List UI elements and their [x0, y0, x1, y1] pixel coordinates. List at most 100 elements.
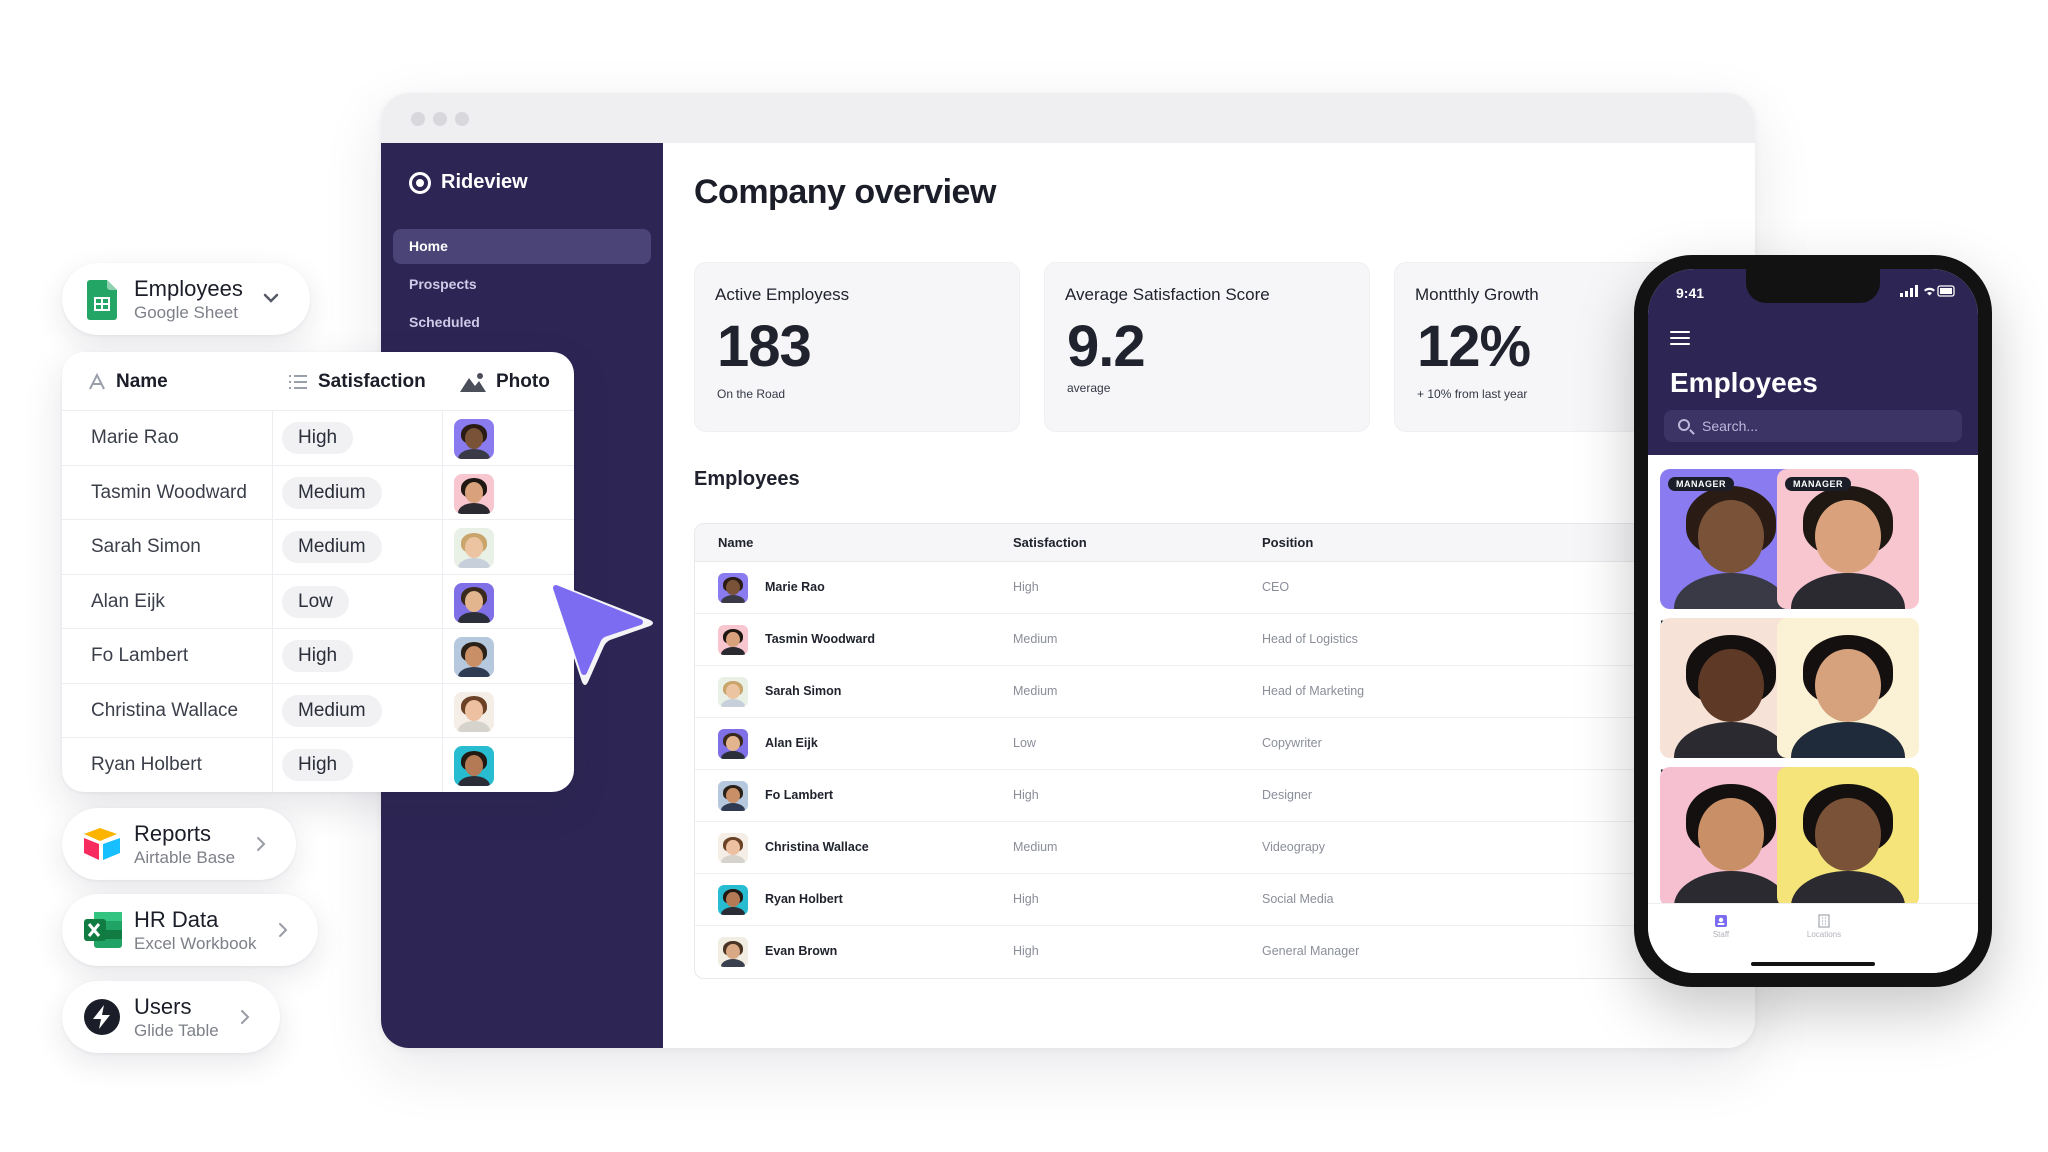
avatar	[718, 729, 748, 759]
cell-position: Head of Marketing	[1262, 684, 1365, 698]
sheet-column-photo[interactable]: Photo	[460, 371, 550, 393]
hamburger-menu-icon[interactable]	[1670, 331, 1690, 345]
sheet-row[interactable]: Ryan Holbert High	[62, 737, 574, 792]
nav-item-home[interactable]: Home	[393, 229, 651, 264]
page-title: Company overview	[694, 173, 996, 211]
nav-item-prospects[interactable]: Prospects	[393, 267, 651, 302]
employees-table: Name Satisfaction Position Marie Rao High…	[694, 523, 1755, 979]
source-title: Employees	[134, 276, 243, 301]
chevron-down-icon[interactable]	[263, 293, 279, 303]
sheet-row[interactable]: Christina Wallace Medium	[62, 682, 574, 737]
sheet-column-name[interactable]: Name	[88, 371, 168, 393]
cell-name: Marie Rao	[765, 580, 825, 594]
avatar	[454, 528, 494, 568]
phone-tab-bar: Staff Locations	[1648, 903, 1978, 973]
avatar	[718, 833, 748, 863]
sheet-column-label: Satisfaction	[318, 371, 426, 392]
cell-position: Head of Logistics	[1262, 632, 1358, 646]
column-divider	[442, 411, 443, 465]
source-card-users[interactable]: Users Glide Table	[62, 981, 280, 1053]
column-header-satisfaction[interactable]: Satisfaction	[1013, 535, 1087, 550]
sheet-column-satisfaction[interactable]: Satisfaction	[288, 371, 426, 393]
cell-name: Christina Wallace	[765, 840, 869, 854]
employee-photo	[718, 625, 748, 655]
chevron-right-icon[interactable]	[256, 836, 266, 852]
cell-position: Copywriter	[1262, 736, 1322, 750]
table-row[interactable]: Marie Rao High CEO	[695, 562, 1755, 614]
building-icon	[1818, 914, 1830, 928]
sheet-row[interactable]: Alan Eijk Low	[62, 573, 574, 628]
employee-photo	[718, 573, 748, 603]
cell-name: Sarah Simon	[765, 684, 842, 698]
stat-sub: + 10% from last year	[1417, 387, 1528, 401]
column-header-position[interactable]: Position	[1262, 535, 1313, 550]
employee-photo	[718, 729, 748, 759]
table-row[interactable]: Tasmin Woodward Medium Head of Logistics	[695, 614, 1755, 666]
chevron-right-icon[interactable]	[278, 922, 288, 938]
cell-name: Tasmin Woodward	[765, 632, 875, 646]
rideview-logo-icon	[409, 171, 431, 194]
nav-item-scheduled[interactable]: Scheduled	[393, 305, 651, 340]
cell-satisfaction: High	[1013, 788, 1039, 802]
column-header-name[interactable]: Name	[718, 535, 753, 550]
sheet-row[interactable]: Fo Lambert High	[62, 628, 574, 683]
table-row[interactable]: Fo Lambert High Designer	[695, 770, 1755, 822]
avatar	[454, 473, 494, 514]
search-icon	[1678, 419, 1690, 431]
avatar	[1777, 618, 1919, 758]
stat-sub: On the Road	[717, 387, 786, 401]
chevron-right-icon[interactable]	[240, 1009, 250, 1025]
sheet-row[interactable]: Tasmin Woodward Medium	[62, 464, 574, 519]
table-row[interactable]: Sarah Simon Medium Head of Marketing	[695, 666, 1755, 718]
cell-satisfaction: Medium	[1013, 684, 1058, 698]
avatar	[718, 625, 748, 655]
window-minimize-dot[interactable]	[433, 112, 447, 126]
employee-photo	[718, 937, 748, 967]
sheet-cell-photo	[454, 473, 494, 514]
phone-screen: 9:41 Employees Search... MANAGERMarie Ra…	[1648, 269, 1978, 973]
table-row[interactable]: Christina Wallace Medium Videograpy	[695, 822, 1755, 874]
table-row[interactable]: Ryan Holbert High Social Media	[695, 874, 1755, 926]
sheet-cell-photo	[454, 419, 494, 459]
glide-icon	[84, 999, 120, 1035]
avatar	[454, 746, 494, 786]
source-title: Users	[134, 994, 192, 1019]
status-time: 9:41	[1676, 285, 1705, 301]
table-row[interactable]: Alan Eijk Low Copywriter	[695, 718, 1755, 770]
phone-title: Employees	[1670, 367, 1818, 398]
column-divider	[442, 520, 443, 574]
employee-card[interactable]	[1777, 767, 1919, 907]
source-card-reports[interactable]: Reports Airtable Base	[62, 808, 296, 880]
cell-position: General Manager	[1262, 944, 1360, 958]
window-close-dot[interactable]	[411, 112, 425, 126]
brand[interactable]: Rideview	[409, 171, 528, 194]
satisfaction-chip: Low	[282, 585, 349, 618]
sheet-row[interactable]: Sarah Simon Medium	[62, 519, 574, 574]
cell-name: Fo Lambert	[765, 788, 834, 802]
cell-position: Social Media	[1262, 892, 1334, 906]
stat-value: 183	[717, 314, 812, 379]
cell-position: Designer	[1262, 788, 1313, 802]
tab-staff[interactable]: Staff	[1681, 914, 1761, 939]
table-row[interactable]: Evan Brown High General Manager	[695, 926, 1755, 978]
sheet-cell-photo	[454, 582, 494, 623]
column-divider	[272, 411, 273, 465]
cell-position: Videograpy	[1262, 840, 1326, 854]
phone-search-input[interactable]: Search...	[1664, 410, 1962, 442]
employee-photo	[718, 833, 748, 863]
cell-position: CEO	[1262, 580, 1290, 594]
avatar	[454, 691, 494, 732]
avatar	[454, 637, 494, 677]
column-divider	[442, 738, 443, 792]
sheet-cell-name: Christina Wallace	[91, 699, 239, 721]
employee-card-photo	[1777, 767, 1919, 907]
sheet-header: Name Satisfaction Photo	[62, 352, 574, 410]
sheet-row[interactable]: Marie Rao High	[62, 410, 574, 465]
column-divider	[442, 683, 443, 737]
cell-name: Alan Eijk	[765, 736, 818, 750]
window-maximize-dot[interactable]	[455, 112, 469, 126]
source-card-employees[interactable]: Employees Google Sheet	[62, 263, 310, 335]
source-card-hr-data[interactable]: HR Data Excel Workbook	[62, 894, 318, 966]
tab-locations[interactable]: Locations	[1784, 914, 1864, 939]
sheet-cell-photo	[454, 746, 494, 786]
